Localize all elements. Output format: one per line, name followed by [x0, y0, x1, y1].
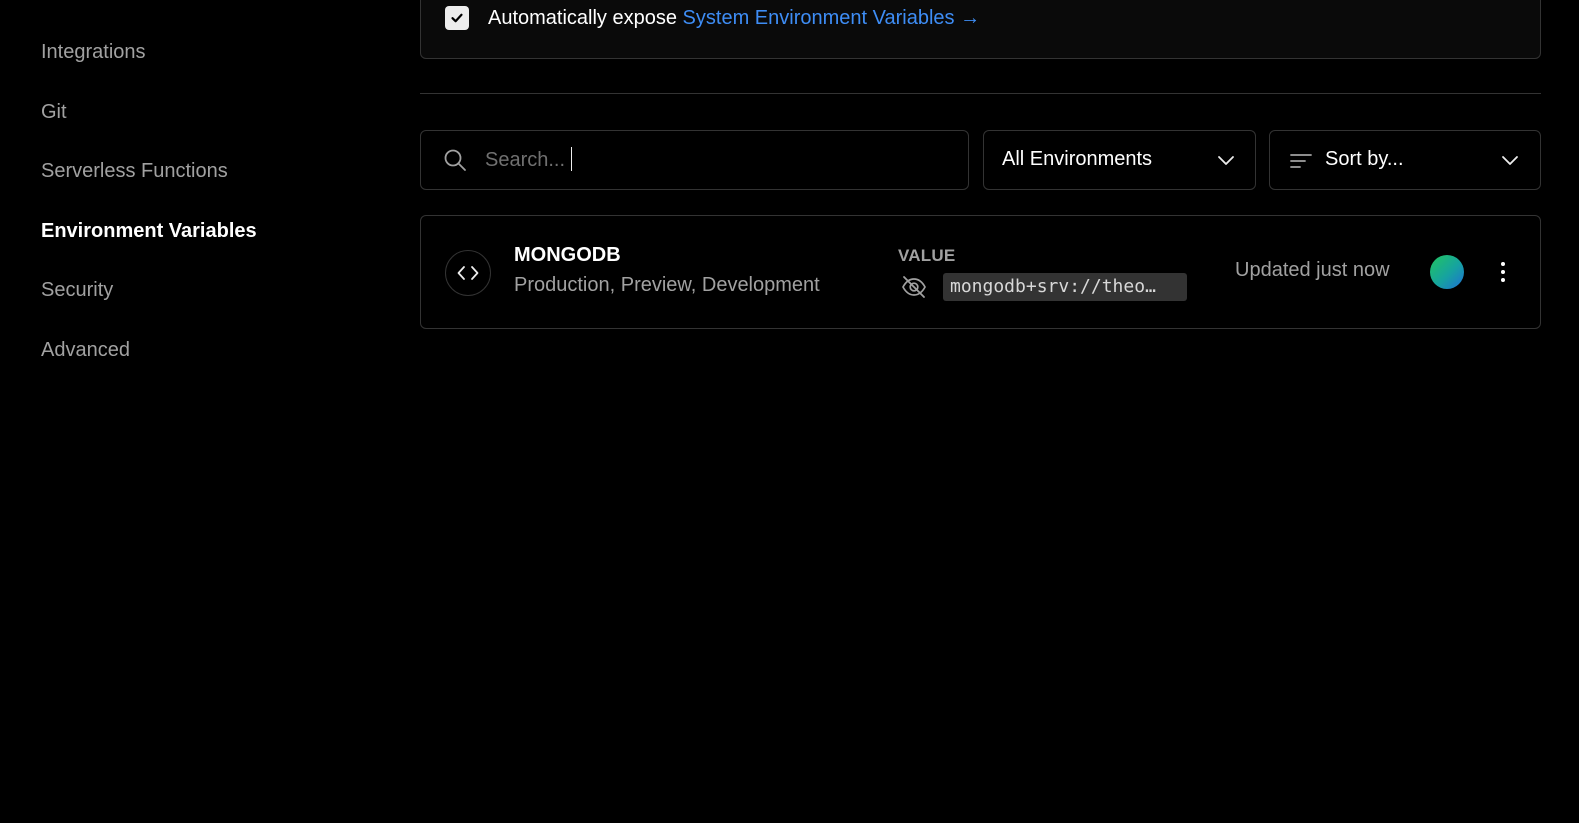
more-options-button[interactable]	[1489, 256, 1517, 288]
check-icon	[451, 13, 463, 23]
more-dot	[1501, 262, 1505, 266]
variable-name: MONGODB	[514, 244, 621, 266]
sort-select[interactable]: Sort by...	[1269, 130, 1541, 190]
sort-select-label: Sort by...	[1325, 148, 1404, 170]
eye-off-icon[interactable]	[901, 275, 927, 299]
env-variable-row: MONGODB Production, Preview, Development…	[420, 215, 1541, 329]
variable-environments: Production, Preview, Development	[514, 274, 820, 296]
sidebar: Integrations Git Serverless Functions En…	[0, 0, 400, 823]
sidebar-item-integrations[interactable]: Integrations	[41, 40, 146, 64]
search-box	[420, 130, 969, 190]
search-input[interactable]	[485, 145, 945, 175]
chevron-down-icon	[1502, 156, 1518, 165]
sort-lines-icon	[1290, 154, 1312, 168]
avatar[interactable]	[1430, 255, 1464, 289]
sidebar-item-environment-variables[interactable]: Environment Variables	[41, 219, 257, 243]
environment-select-label: All Environments	[1002, 148, 1153, 170]
environment-select[interactable]: All Environments	[983, 130, 1256, 190]
value-label: VALUE	[898, 246, 956, 265]
updated-timestamp: Updated just now	[1235, 259, 1390, 281]
search-icon	[444, 149, 466, 171]
page: Integrations Git Serverless Functions En…	[0, 0, 1579, 823]
sidebar-item-security[interactable]: Security	[41, 278, 113, 302]
variable-value[interactable]: mongodb+srv://theo…	[943, 273, 1187, 301]
system-env-vars-link[interactable]: System Environment Variables →	[683, 7, 981, 29]
text-cursor	[571, 147, 572, 171]
sidebar-item-advanced[interactable]: Advanced	[41, 338, 130, 362]
sidebar-item-git[interactable]: Git	[41, 100, 67, 124]
expose-system-vars-checkbox[interactable]	[445, 6, 469, 30]
sidebar-item-serverless-functions[interactable]: Serverless Functions	[41, 159, 228, 183]
more-dot	[1501, 278, 1505, 282]
code-icon	[445, 250, 491, 296]
system-env-vars-card: Automatically expose System Environment …	[420, 0, 1541, 59]
section-divider	[420, 93, 1541, 94]
chevron-down-icon	[1218, 156, 1234, 165]
expose-system-vars-text: Automatically expose	[488, 7, 677, 29]
expose-system-vars-label: Automatically expose System Environment …	[488, 6, 980, 30]
more-dot	[1501, 270, 1505, 274]
